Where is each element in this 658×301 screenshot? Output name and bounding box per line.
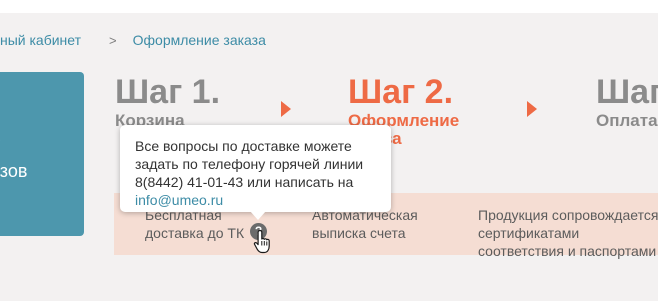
step-arrow-icon	[281, 101, 291, 117]
step-cart[interactable]: Шаг 1. Корзина	[115, 72, 220, 130]
account-sidebar: а азов	[0, 72, 84, 236]
tooltip-email-link[interactable]: info@umeo.ru	[135, 192, 223, 208]
breadcrumb-current-link[interactable]: Оформление заказа	[133, 32, 266, 48]
breadcrumb-separator: >	[109, 32, 117, 48]
breadcrumb: ный кабинет > Оформление заказа	[0, 30, 266, 50]
hand-cursor-icon	[253, 229, 270, 254]
step-label: Оплата	[596, 111, 658, 130]
step-number: Шаг 1.	[115, 73, 221, 111]
step-number: Шаг	[596, 73, 658, 111]
benefit-certificates: Продукция сопровождается сертификатами с…	[478, 207, 658, 259]
step-number: Шаг 2.	[348, 73, 454, 111]
tooltip-pointer	[250, 211, 266, 220]
sidebar-item-orders[interactable]: азов	[0, 161, 27, 182]
delivery-tooltip: Все вопросы по доставке можете задать по…	[120, 125, 391, 212]
top-bar	[0, 0, 658, 13]
step-arrow-icon	[527, 101, 537, 117]
tooltip-text: Все вопросы по доставке можете задать по…	[135, 138, 364, 190]
step-payment: Шаг Оплата	[596, 72, 658, 130]
breadcrumb-cabinet-link[interactable]: ный кабинет	[0, 32, 81, 48]
